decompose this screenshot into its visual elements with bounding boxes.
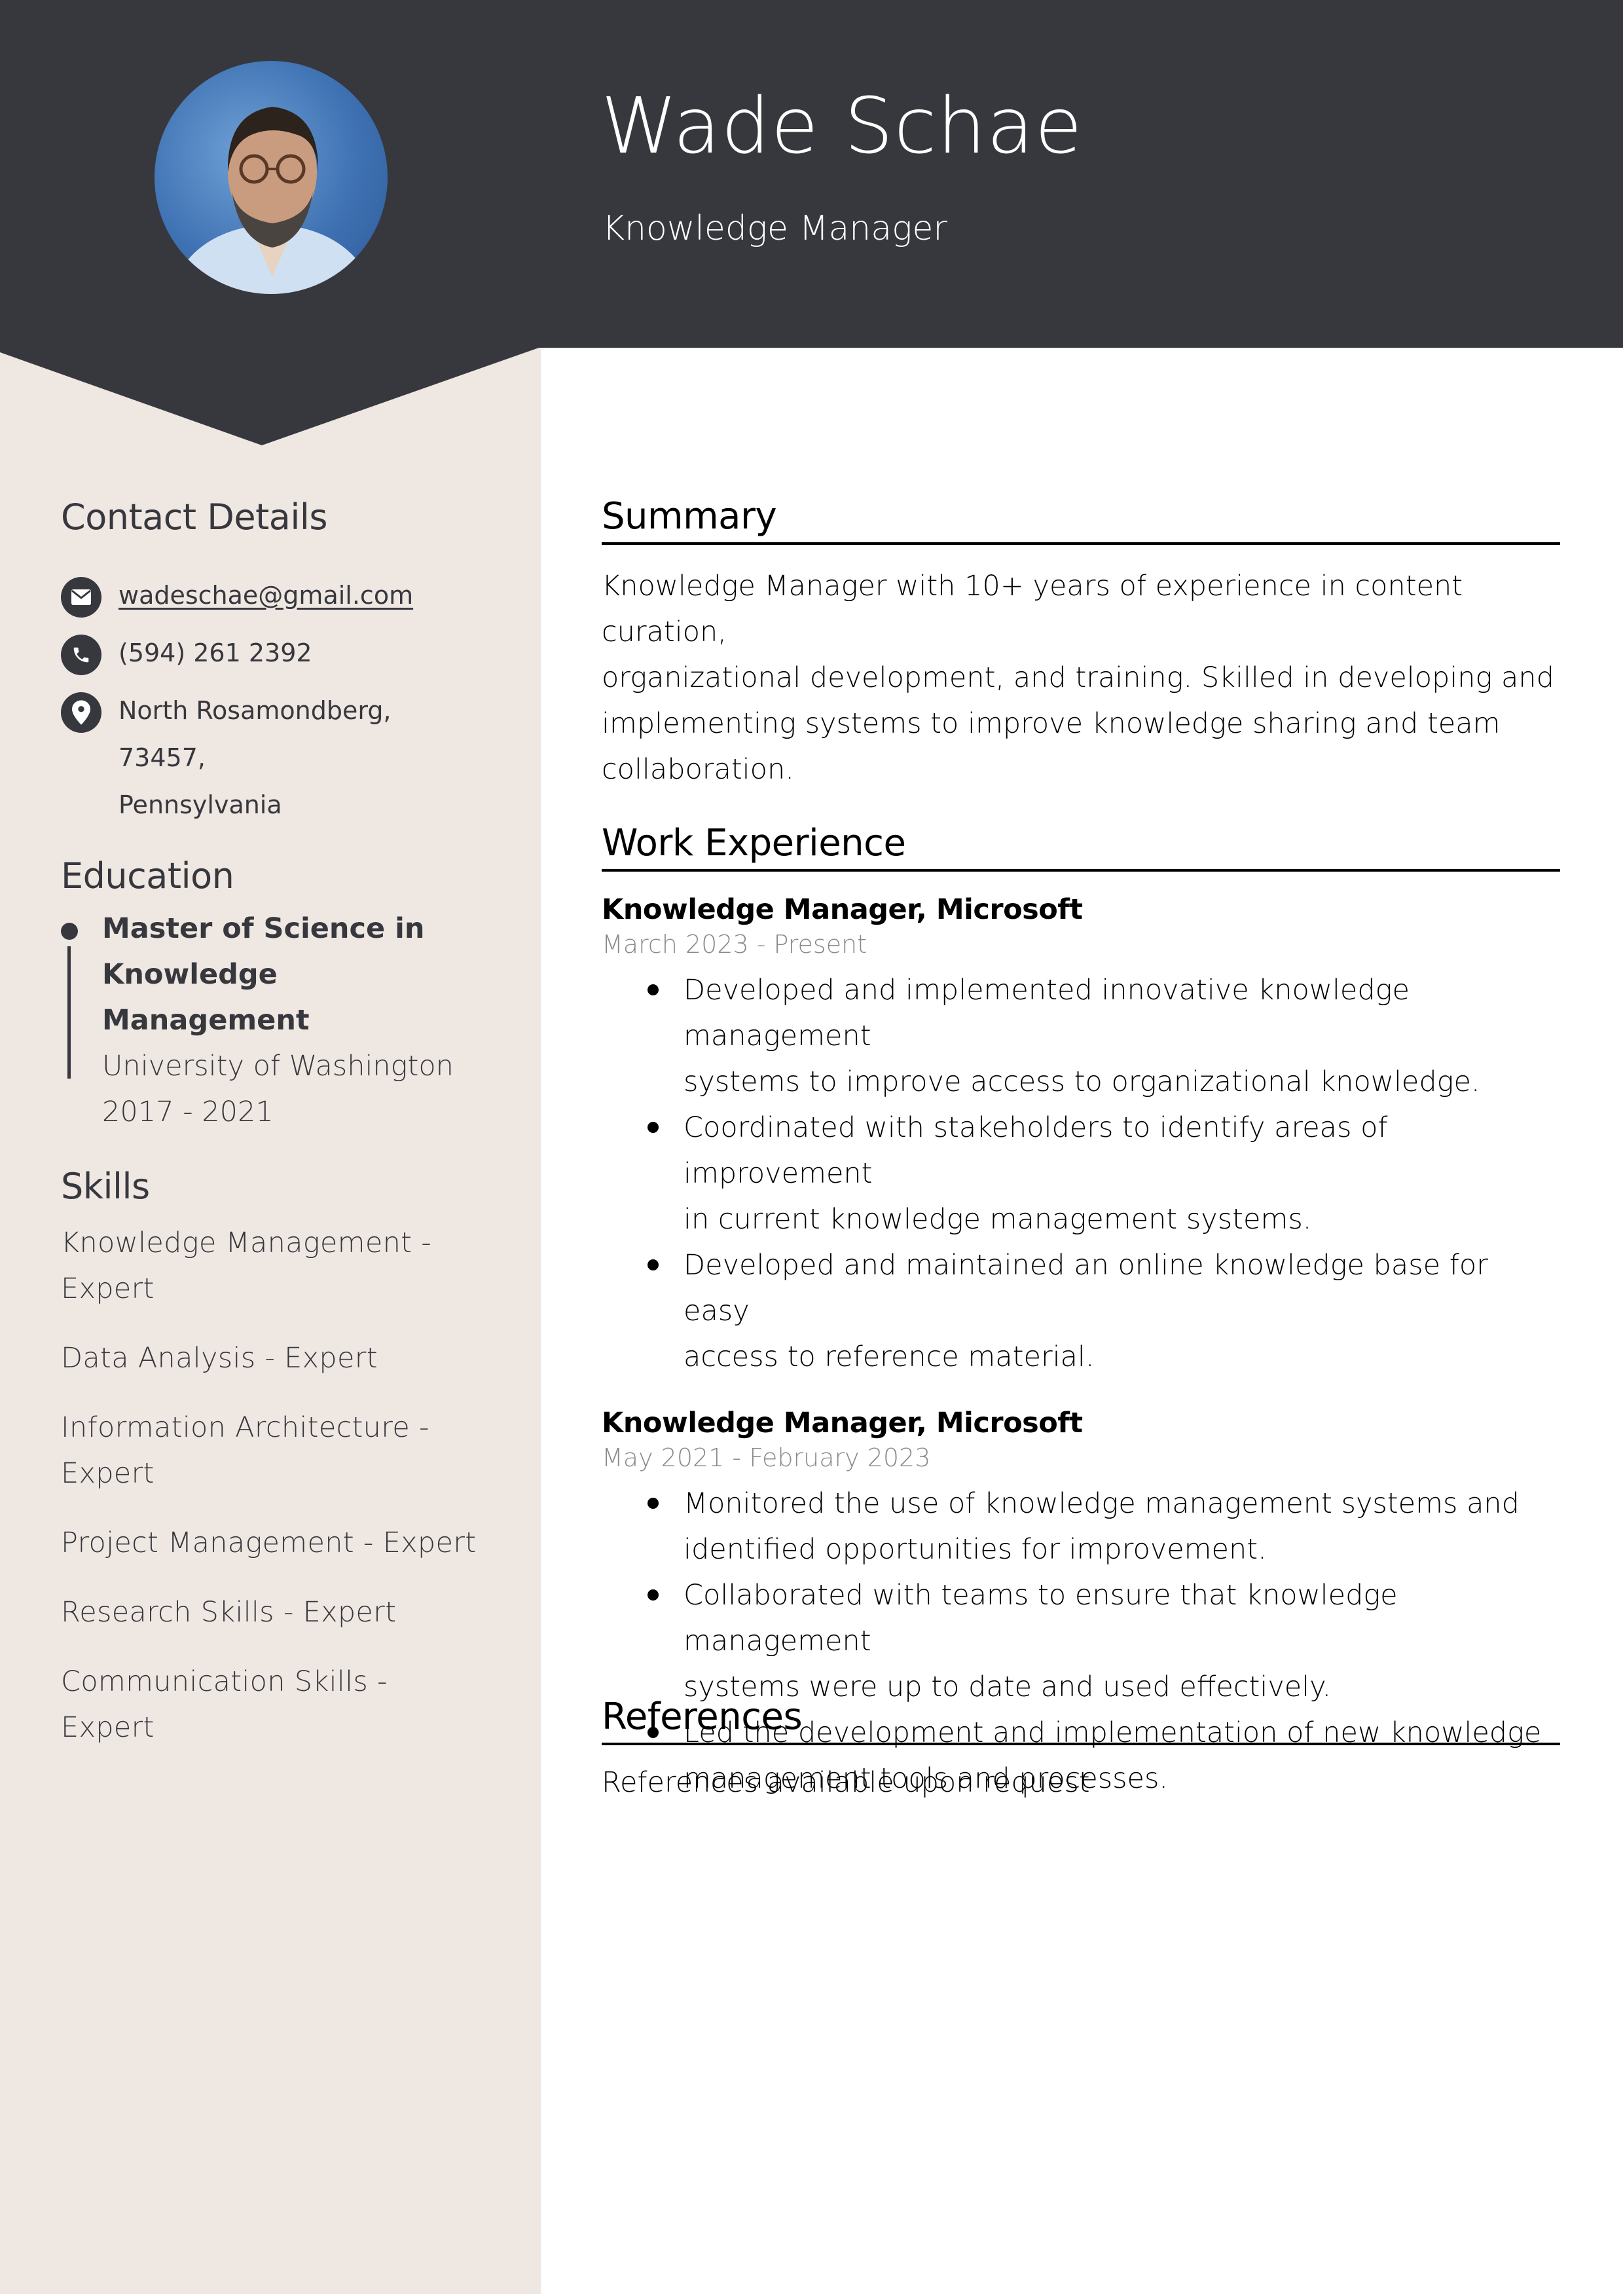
summary-text: Knowledge Manager with 10+ years of expe…	[602, 563, 1560, 792]
job-title: Knowledge Manager, Microsoft	[602, 893, 1083, 927]
skill-item: Communication Skills - Expert	[61, 1659, 480, 1750]
summary-line: collaboration.	[602, 753, 794, 787]
address-line-1: North Rosamondberg, 73457,	[119, 695, 392, 772]
skill-item: Project Management - Expert	[61, 1520, 480, 1566]
bullet-text: Developed and maintained an online knowl…	[684, 1249, 1488, 1328]
skill-item: Information Architecture - Expert	[61, 1405, 480, 1496]
bullet-text: Developed and implemented innovative kno…	[684, 974, 1410, 1053]
job-title: Knowledge Manager, Microsoft	[602, 1407, 1083, 1440]
job-dates: March 2023 - Present	[602, 930, 867, 959]
education-years: 2017 - 2021	[102, 1095, 274, 1128]
bullet-text: access to reference material.	[684, 1341, 1095, 1374]
summary-section: Summary Knowledge Manager with 10+ years…	[602, 494, 1560, 792]
section-divider	[602, 542, 1560, 546]
bullet-item: Collaborated with teams to ensure that k…	[602, 1572, 1560, 1710]
contact-section: Contact Details wadeschae@gmail.com (594…	[61, 496, 480, 847]
bullet-dot	[647, 1122, 659, 1134]
bullet-dot	[647, 1589, 659, 1601]
timeline-line	[67, 946, 71, 1079]
school-name: University of Washington	[102, 1049, 454, 1083]
contact-phone: (594) 261 2392	[61, 634, 480, 676]
bullet-item: Developed and implemented innovative kno…	[602, 967, 1560, 1105]
person-portrait-icon	[174, 107, 371, 294]
experience-section: Work Experience Knowledge Manager, Micro…	[602, 821, 1560, 1802]
contact-heading: Contact Details	[61, 496, 327, 538]
profile-photo	[155, 61, 388, 294]
bullet-item: Developed and maintained an online knowl…	[602, 1242, 1560, 1380]
education-section: Education Master of Science in Knowledge…	[61, 855, 480, 1135]
skill-level: Expert	[61, 1456, 155, 1490]
skill-text: Knowledge Management -	[61, 1226, 432, 1259]
candidate-name: Wade Schae	[601, 81, 1083, 171]
section-divider	[602, 869, 1560, 872]
summary-line: implementing systems to improve knowledg…	[602, 707, 1501, 741]
section-divider	[602, 1743, 1560, 1746]
bullet-text: systems to improve access to organizatio…	[684, 1065, 1480, 1099]
job-dates: May 2021 - February 2023	[602, 1443, 931, 1473]
skills-section: Skills Knowledge Management - Expert Dat…	[61, 1166, 480, 1774]
header-chevron	[0, 346, 541, 445]
envelope-icon	[61, 576, 101, 618]
email-link[interactable]: wadeschae@gmail.com	[119, 572, 413, 619]
phone-icon	[61, 634, 101, 675]
skill-item: Data Analysis - Expert	[61, 1335, 480, 1381]
education-heading: Education	[61, 855, 234, 897]
bullet-text: Monitored the use of knowledge managemen…	[684, 1487, 1520, 1521]
bullet-dot	[647, 1259, 659, 1271]
address-line-2: Pennsylvania	[119, 790, 282, 819]
bullet-item: Coordinated with stakeholders to identif…	[602, 1105, 1560, 1242]
skill-item: Research Skills - Expert	[61, 1589, 480, 1635]
skill-text: Communication Skills - Expert	[61, 1665, 388, 1744]
skill-item: Knowledge Management - Expert	[61, 1220, 480, 1312]
experience-heading: Work Experience	[602, 822, 906, 864]
timeline-dot	[61, 922, 78, 940]
references-section: References References available upon req…	[602, 1695, 1560, 1805]
skills-heading: Skills	[61, 1166, 150, 1207]
references-text: References available upon request	[602, 1766, 1090, 1800]
address: North Rosamondberg, 73457, Pennsylvania	[119, 687, 480, 828]
bullet-text: in current knowledge management systems.	[684, 1203, 1312, 1236]
education-entry: Master of Science in Knowledge Managemen…	[61, 906, 480, 1135]
degree-line-1: Master of Science in	[102, 912, 425, 945]
location-pin-icon	[61, 692, 101, 733]
contact-email: wadeschae@gmail.com	[61, 576, 480, 619]
skill-text: Project Management - Expert	[61, 1526, 477, 1559]
job-entry: Knowledge Manager, Microsoft March 2023 …	[602, 891, 1560, 1380]
summary-line: organizational development, and training…	[602, 661, 1554, 695]
bullet-text: Collaborated with teams to ensure that k…	[684, 1579, 1398, 1658]
references-heading: References	[602, 1695, 803, 1738]
bullet-dot	[647, 984, 659, 996]
degree-line-2: Knowledge Management	[102, 957, 310, 1037]
skill-text: Information Architecture -	[61, 1411, 429, 1444]
contact-address: North Rosamondberg, 73457, Pennsylvania	[61, 692, 480, 828]
job-bullets: Developed and implemented innovative kno…	[602, 967, 1560, 1380]
skill-text: Research Skills - Expert	[61, 1595, 397, 1629]
phone-number: (594) 261 2392	[119, 638, 312, 667]
skill-text: Data Analysis - Expert	[61, 1341, 378, 1375]
candidate-title: Knowledge Manager	[602, 209, 947, 248]
bullet-dot	[647, 1498, 659, 1509]
bullet-item: Monitored the use of knowledge managemen…	[602, 1481, 1560, 1572]
skill-level: Expert	[61, 1272, 155, 1305]
summary-line: Knowledge Manager with 10+ years of expe…	[602, 570, 1463, 649]
bullet-text: identified opportunities for improvement…	[684, 1533, 1267, 1566]
summary-heading: Summary	[602, 495, 777, 538]
bullet-text: Coordinated with stakeholders to identif…	[684, 1111, 1388, 1191]
